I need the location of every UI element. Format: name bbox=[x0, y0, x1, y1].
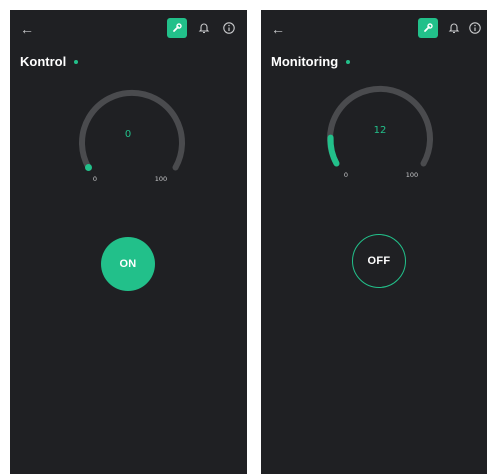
gauge-track bbox=[79, 89, 185, 171]
gauge-value: 12 bbox=[374, 125, 387, 136]
gauge-widget: 0 0 100 bbox=[79, 89, 185, 183]
gauge-value: 0 bbox=[125, 129, 131, 140]
off-button[interactable]: OFF bbox=[352, 234, 406, 288]
gauge-max-label: 100 bbox=[406, 171, 418, 179]
gauge-fill bbox=[327, 134, 340, 167]
on-button[interactable]: ON bbox=[101, 237, 155, 291]
gauge-widget: 12 0 100 bbox=[327, 85, 433, 179]
screen-monitoring: ← Monitoring 12 0 100 OFF bbox=[261, 10, 487, 474]
gauge-min-label: 0 bbox=[344, 171, 348, 179]
gauge-max-label: 100 bbox=[155, 175, 167, 183]
gauge-fill bbox=[85, 164, 92, 171]
gauge-min-label: 0 bbox=[93, 175, 97, 183]
screen-kontrol: ← Kontrol 0 0 100 ON bbox=[10, 10, 247, 474]
